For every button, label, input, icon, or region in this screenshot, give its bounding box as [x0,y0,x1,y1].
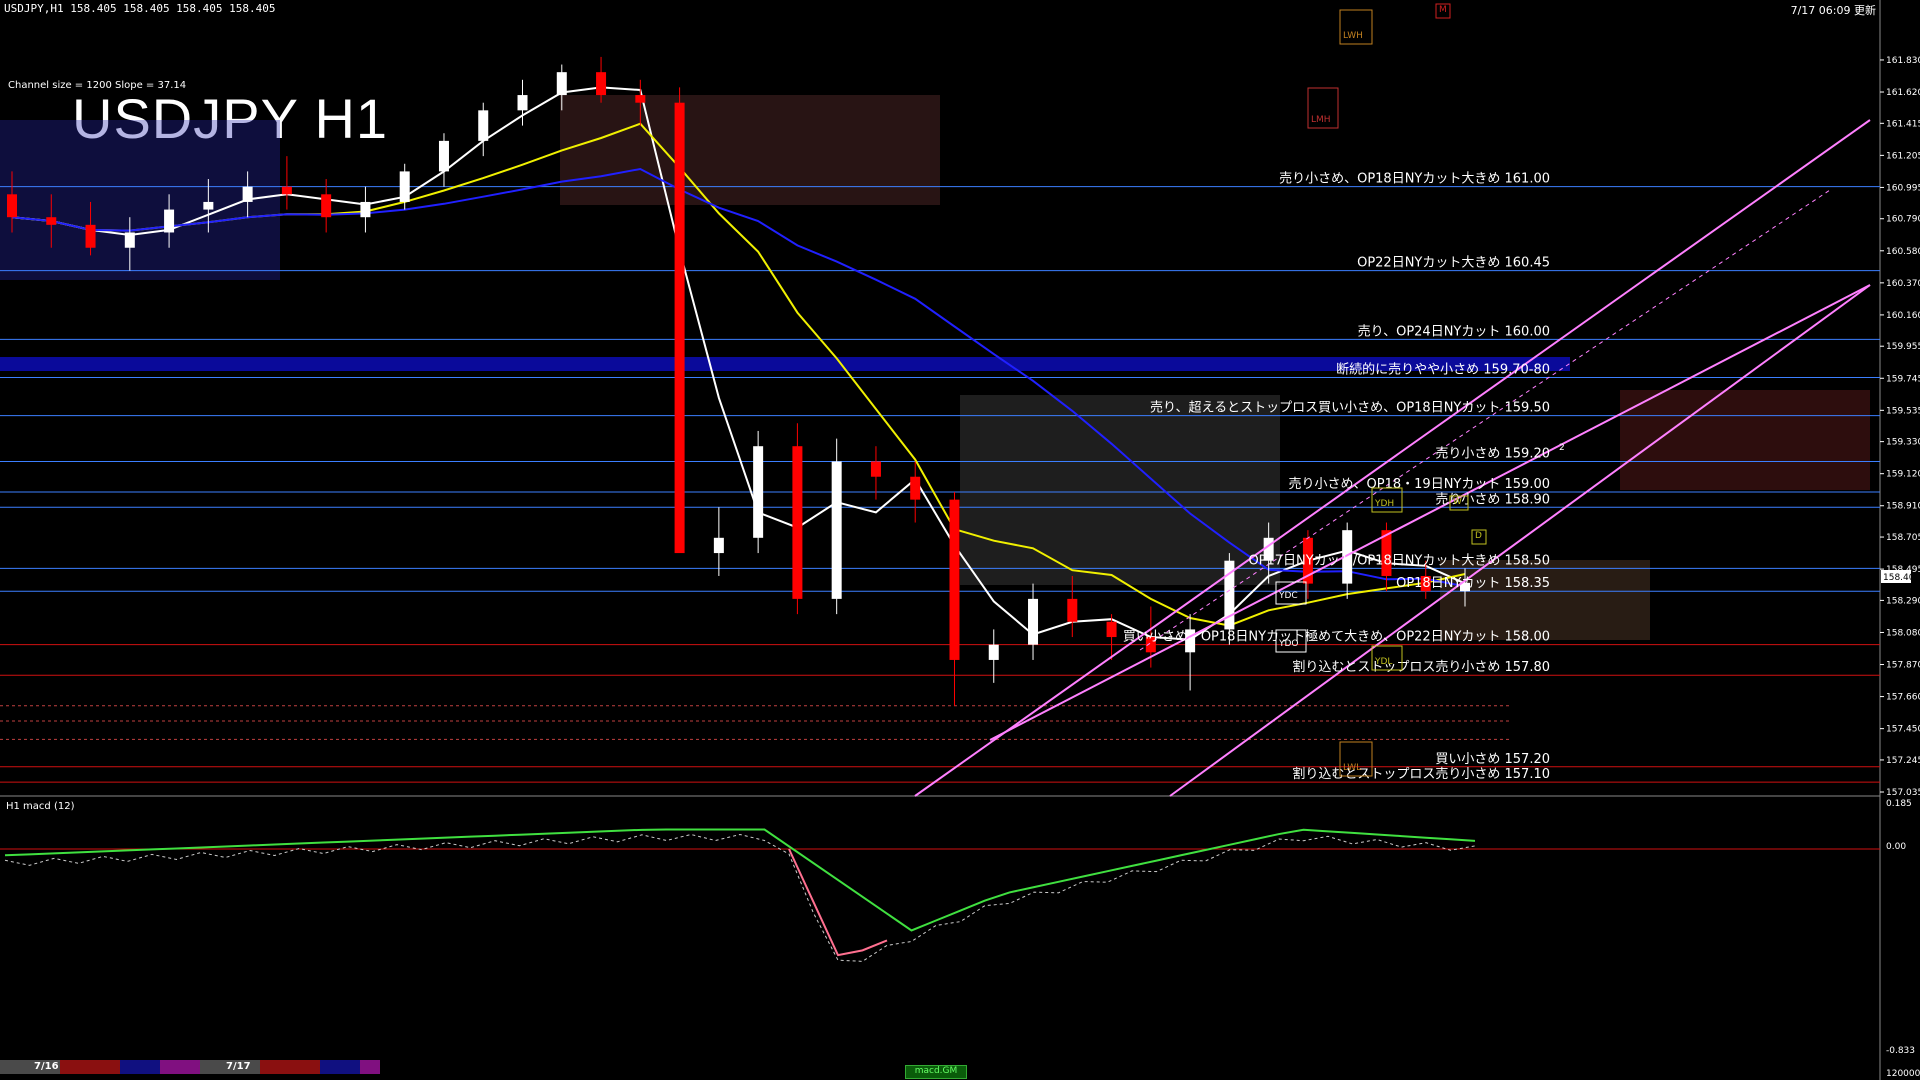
y-tick-label: 158.080 [1886,628,1920,638]
price-axis: 161.830 161.620 161.415 161.205 160.995 160.7… [1880,56,1920,798]
candle-body [85,224,96,248]
level-annotation: 売り、超えるとストップロス買い小さめ、OP18日NYカット 159.50 [1150,400,1550,416]
candle-body [7,194,17,218]
candle-body [281,186,292,195]
y-tick-label: 159.535 [1886,406,1920,416]
marker-label: LMH [1311,115,1331,125]
marker-label: YDH [1374,499,1394,509]
level-annotation: 売り小さめ 159.20 [1435,445,1550,461]
y-tick-label: 159.330 [1886,438,1920,448]
candle-body [635,95,646,103]
y-tick-label: 157.870 [1886,661,1920,671]
y-tick-label: 158.910 [1886,502,1920,512]
candle-body [399,171,410,202]
candle-body [674,102,685,554]
date-label-2: 7/17 [226,1061,251,1072]
level-annotation: OP17日NYカット/OP18日NYカット大きめ 158.50 [1248,553,1550,568]
y-tick-label: 158.705 [1886,533,1920,543]
candle-body [1067,598,1078,622]
candle-body [360,201,371,218]
date-label-1: 7/16 [34,1061,59,1072]
level-annotation: 売り小さめ、OP18・19日NYカット 159.00 [1289,476,1550,492]
candle-body [242,186,253,202]
y-tick-label: 159.745 [1886,374,1920,384]
level-annotation: 断続的に売りやや小さめ 159.70-80 [1336,362,1550,378]
y-tick-label: 160.370 [1886,279,1920,289]
macd-indicator-tab[interactable]: macd.GM [905,1065,967,1079]
marker-label: D [1475,531,1482,541]
level-annotation: 売り小さめ、OP18日NYカット大きめ 161.00 [1279,171,1550,187]
candle-body [596,72,607,96]
y-tick-label: 157.450 [1886,725,1920,735]
y-tick-label: 161.415 [1886,119,1920,129]
candle-body [556,72,567,96]
marker-label: M [1439,5,1447,15]
macd-tick-label: -0.833 [1886,1046,1915,1056]
marker-label: YDC [1278,591,1298,601]
candle-body [124,232,135,248]
y-tick-label: 161.205 [1886,151,1920,161]
y-tick-label: 157.660 [1886,693,1920,703]
sell-zone-band [0,357,1570,371]
level-annotation: 割り込むとストップロス売り小さめ 157.10 [1292,766,1550,782]
macd-bottom-value: 120000 [1886,1069,1920,1079]
y-tick-label: 157.035 [1886,788,1920,798]
macd-axis: 0.185 0.00 -0.833 120000 [1886,799,1920,1079]
level-annotation: 買い小さめ、OP18日NYカット極めて大きめ、OP22日NYカット 158.00 [1123,629,1550,645]
y-tick-label: 161.830 [1886,56,1920,66]
macd-tick-label: 0.00 [1886,842,1906,852]
macd-signal [4,833,1476,962]
macd-pane [0,828,1880,962]
y-tick-label: 160.995 [1886,183,1920,193]
marker-label: LWH [1343,31,1363,41]
candle-body [753,446,764,538]
candle-body [203,201,214,210]
y-tick-label: 158.290 [1886,596,1920,606]
svg-text:158.405: 158.405 [1883,573,1920,583]
y-tick-label: 157.245 [1886,756,1920,766]
macd-tick-label: 0.185 [1886,799,1912,809]
macd-line-up [4,828,1476,932]
level-annotation: 買い小さめ 157.20 [1435,752,1550,767]
candle-body [792,446,803,599]
level-annotation: OP22日NYカット大きめ 160.45 [1357,256,1550,271]
y-tick-label: 160.160 [1886,311,1920,321]
level-annotation: 売り、OP24日NYカット 160.00 [1358,323,1550,339]
y-tick-label: 159.955 [1886,342,1920,352]
candle-body [988,644,999,660]
candle-body [321,194,332,218]
candle-body [46,217,57,225]
candle-body [164,209,175,233]
macd-line-down [788,848,888,957]
candle-body [949,499,960,660]
y-tick-label: 159.120 [1886,470,1920,480]
marker-label: YDO [1278,639,1299,649]
candle-body [910,476,921,500]
candle-body [870,461,881,477]
marker-label: 2 [1559,443,1565,453]
marker-label: LWL [1343,763,1361,773]
candle-body [438,140,449,172]
y-tick-label: 160.580 [1886,247,1920,257]
marker-label: W [1453,497,1462,507]
level-annotation: 割り込むとストップロス売り小さめ 157.80 [1292,659,1550,675]
candle-body [1106,621,1117,638]
level-annotation: OP18日NYカット 158.35 [1396,576,1550,591]
price-chart[interactable]: 売り小さめ、OP18日NYカット大きめ 161.00 OP22日NYカット大きめ … [0,0,1920,1080]
y-tick-label: 161.620 [1886,88,1920,98]
candle-body [713,537,724,554]
candle-body [517,95,528,111]
candle-body [478,110,489,141]
candle-body [831,461,842,599]
y-tick-label: 160.790 [1886,215,1920,225]
candle-body [1028,598,1039,645]
marker-label: YDL [1374,657,1392,667]
